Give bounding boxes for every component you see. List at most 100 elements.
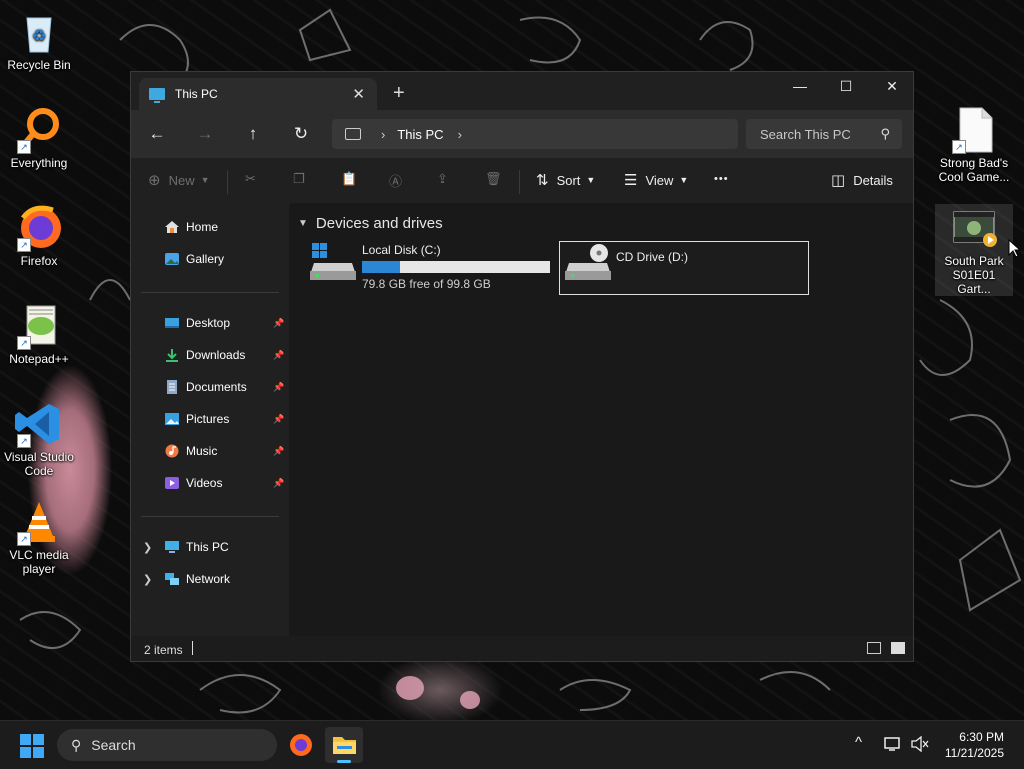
breadcrumb-separator[interactable]: › xyxy=(381,127,385,142)
start-button[interactable] xyxy=(20,734,44,758)
desktop-icon-strong-bad[interactable]: ↗ Strong Bad's Cool Game... xyxy=(935,106,1013,184)
nav-label: Videos xyxy=(186,476,223,490)
sort-label: Sort xyxy=(556,172,581,188)
desktop-folder-icon xyxy=(165,318,179,328)
desktop-icon-recycle-bin[interactable]: ♻ Recycle Bin xyxy=(0,8,78,72)
cut-icon[interactable]: ✂ xyxy=(245,171,256,187)
content-area[interactable]: ▼ Devices and drives Local Disk (C:) 79.… xyxy=(290,203,913,636)
details-pane-icon: ◫ xyxy=(831,172,846,189)
nav-item-downloads[interactable]: Downloads 📌 xyxy=(131,343,289,367)
divider xyxy=(227,170,228,194)
desktop-icon-notepad-plus-plus[interactable]: ↗ Notepad++ xyxy=(0,302,78,366)
details-label: Details xyxy=(853,172,893,188)
pin-icon[interactable]: 📌 xyxy=(273,318,284,329)
paste-icon[interactable]: 📋 xyxy=(341,171,357,187)
drive-local-disk-c[interactable]: Local Disk (C:) 79.8 GB free of 99.8 GB xyxy=(308,241,556,293)
nav-item-home[interactable]: Home xyxy=(131,215,289,239)
sort-button[interactable]: ⇅ Sort ▼ xyxy=(536,171,595,189)
rename-icon[interactable]: Ⓐ xyxy=(389,171,402,190)
nav-item-desktop[interactable]: Desktop 📌 xyxy=(131,311,289,335)
new-button[interactable]: ⊕ New ▼ xyxy=(148,171,210,189)
network-status-icon[interactable] xyxy=(884,736,902,752)
copy-icon[interactable]: ❐ xyxy=(293,171,305,187)
chevron-right-icon[interactable]: ❯ xyxy=(143,541,152,554)
nav-item-pictures[interactable]: Pictures 📌 xyxy=(131,407,289,431)
share-icon[interactable]: ⇪ xyxy=(437,171,448,187)
nav-item-music[interactable]: Music 📌 xyxy=(131,439,289,463)
taskbar-search[interactable]: ⚲ Search xyxy=(57,729,277,761)
gallery-icon xyxy=(165,253,179,265)
folder-icon xyxy=(333,737,356,754)
new-tab-button[interactable]: + xyxy=(393,83,405,103)
breadcrumb-this-pc[interactable]: This PC xyxy=(397,127,443,142)
pin-icon[interactable]: 📌 xyxy=(273,446,284,457)
system-clock[interactable]: 6:30 PM 11/21/2025 xyxy=(945,729,1004,761)
nav-item-documents[interactable]: Documents 📌 xyxy=(131,375,289,399)
back-button[interactable]: ← xyxy=(145,124,169,144)
desktop-icon-south-park[interactable]: South Park S01E01 Gart... xyxy=(935,204,1013,296)
music-icon xyxy=(165,444,179,458)
this-pc-icon xyxy=(149,88,165,103)
tray-overflow-chevron[interactable]: ^ xyxy=(855,734,862,751)
large-icons-view-icon[interactable] xyxy=(891,642,905,654)
navigation-pane[interactable]: Home Gallery Desktop 📌 Downloads 📌 Docum… xyxy=(131,203,289,636)
desktop-icon-label: Firefox xyxy=(20,254,58,268)
file-explorer-window: This PC ✕ + — ☐ ✕ ← → ↑ ↻ › This PC › Se… xyxy=(130,71,914,662)
section-title: Devices and drives xyxy=(315,215,443,232)
minimize-button[interactable]: — xyxy=(777,72,823,102)
item-count: 2 items xyxy=(144,643,183,657)
desktop-icon-vlc[interactable]: ↗ VLC media player xyxy=(0,498,78,576)
taskbar-file-explorer[interactable] xyxy=(325,727,363,763)
desktop-icon-label: South Park S01E01 Gart... xyxy=(944,254,1004,296)
desktop-icon-vscode[interactable]: ↗ Visual Studio Code xyxy=(0,400,78,478)
nav-label: Music xyxy=(186,444,218,458)
more-options-icon[interactable]: ••• xyxy=(714,173,729,185)
monitor-icon xyxy=(345,128,361,140)
devices-and-drives-header[interactable]: ▼ Devices and drives xyxy=(298,215,443,232)
details-pane-button[interactable]: ◫ Details xyxy=(831,171,893,189)
search-input[interactable]: Search This PC ⚲ xyxy=(746,119,902,149)
maximize-button[interactable]: ☐ xyxy=(823,72,869,102)
nav-item-videos[interactable]: Videos 📌 xyxy=(131,471,289,495)
tab-title: This PC xyxy=(175,87,218,101)
pin-icon[interactable]: 📌 xyxy=(273,350,284,361)
home-icon xyxy=(165,221,179,233)
drive-name: Local Disk (C:) xyxy=(362,243,441,257)
nav-item-gallery[interactable]: Gallery xyxy=(131,247,289,271)
address-bar[interactable]: › This PC › xyxy=(332,119,738,149)
desktop-icon-firefox[interactable]: ↗ Firefox xyxy=(0,204,78,268)
desktop-icon-label: Strong Bad's Cool Game... xyxy=(938,156,1010,184)
nav-item-network[interactable]: ❯ Network xyxy=(131,567,289,591)
blank-file-icon: ↗ xyxy=(950,106,998,154)
pin-icon[interactable]: 📌 xyxy=(273,414,284,425)
title-bar[interactable]: This PC ✕ + — ☐ ✕ xyxy=(131,72,913,110)
status-bar: 2 items xyxy=(131,636,913,661)
shortcut-arrow-icon: ↗ xyxy=(17,336,31,350)
drive-cd-d[interactable]: CD Drive (D:) xyxy=(559,241,809,295)
tab-close-button[interactable]: ✕ xyxy=(352,85,365,103)
taskbar-search-label: Search xyxy=(91,737,136,753)
desktop-icon-everything[interactable]: ↗ Everything xyxy=(0,106,78,170)
breadcrumb-separator[interactable]: › xyxy=(458,127,462,142)
refresh-button[interactable]: ↻ xyxy=(289,124,313,144)
close-window-button[interactable]: ✕ xyxy=(869,72,915,102)
delete-icon[interactable]: 🗑 xyxy=(485,171,502,187)
up-button[interactable]: ↑ xyxy=(241,124,265,144)
tab-this-pc[interactable]: This PC ✕ xyxy=(139,78,377,110)
drive-free-space: 79.8 GB free of 99.8 GB xyxy=(362,277,491,291)
view-button[interactable]: ☰ View ▼ xyxy=(624,171,688,189)
details-view-icon[interactable] xyxy=(867,642,881,654)
pin-icon[interactable]: 📌 xyxy=(273,382,284,393)
forward-button[interactable]: → xyxy=(193,124,217,144)
explorer-body: Home Gallery Desktop 📌 Downloads 📌 Docum… xyxy=(131,203,913,636)
windows-drive-icon xyxy=(310,243,356,280)
video-file-icon xyxy=(950,204,998,252)
taskbar-firefox[interactable] xyxy=(282,727,320,763)
address-toolbar: ← → ↑ ↻ › This PC › Search This PC ⚲ xyxy=(131,110,913,158)
nav-label: This PC xyxy=(186,540,229,554)
pin-icon[interactable]: 📌 xyxy=(273,478,284,489)
volume-muted-icon[interactable] xyxy=(910,736,930,752)
nav-item-this-pc[interactable]: ❯ This PC xyxy=(131,535,289,559)
vlc-icon: ↗ xyxy=(15,498,63,546)
chevron-right-icon[interactable]: ❯ xyxy=(143,573,152,586)
